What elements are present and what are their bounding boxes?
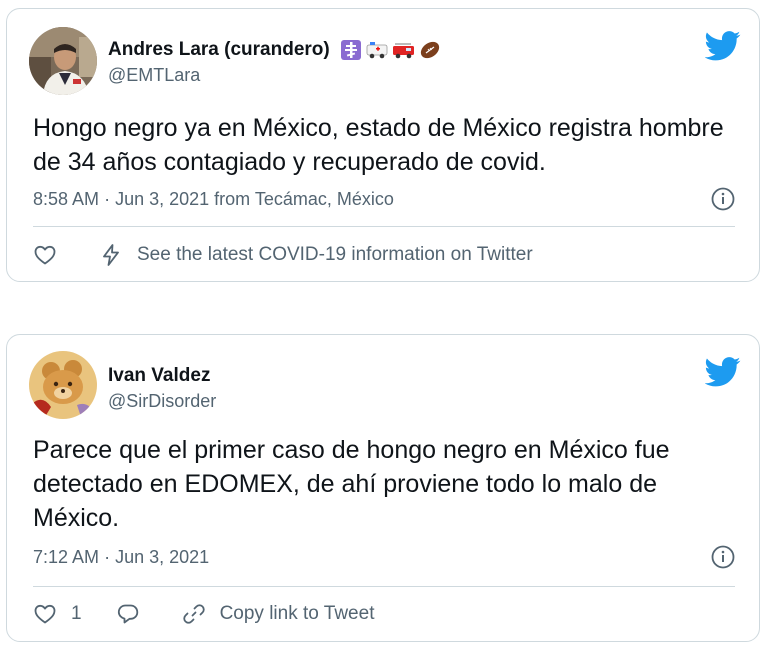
- copy-link-label[interactable]: Copy link to Tweet: [220, 603, 375, 625]
- tweet-time[interactable]: 8:58 AM: [33, 189, 99, 209]
- author-emojis: [340, 40, 442, 60]
- orthodox-cross-icon: [340, 40, 361, 60]
- tweet-card: Andres Lara (curandero) @EMTLara Hongo n…: [6, 8, 760, 282]
- author-handle[interactable]: @SirDisorder: [108, 391, 216, 412]
- info-icon[interactable]: [711, 187, 735, 211]
- like-heart-icon: [34, 604, 56, 624]
- info-icon[interactable]: [711, 545, 735, 569]
- lightning-bolt-icon: [103, 244, 119, 266]
- meta-separator: ·: [104, 547, 111, 567]
- avatar[interactable]: [29, 27, 97, 95]
- tweet-text: Hongo negro ya en México, estado de Méxi…: [33, 114, 724, 176]
- football-icon: [420, 41, 439, 59]
- author-name-text[interactable]: Ivan Valdez: [108, 365, 210, 387]
- divider: [33, 586, 735, 587]
- divider: [33, 226, 735, 227]
- copy-link-button[interactable]: Copy link to Tweet: [182, 602, 375, 626]
- tweet-text: Parece que el primer caso de hongo negro…: [33, 436, 670, 532]
- reply-bubble-icon[interactable]: [116, 602, 140, 626]
- covid-banner-text[interactable]: See the latest COVID-19 information on T…: [137, 244, 533, 266]
- ambulance-icon: [366, 42, 388, 59]
- author-name-text[interactable]: Andres Lara (curandero): [108, 39, 330, 61]
- tweet-actions: 1 Copy link to Tweet: [33, 602, 374, 626]
- tweet-meta: 8:58 AM · Jun 3, 2021 from Tecámac, Méxi…: [33, 189, 394, 210]
- like-heart-icon[interactable]: [33, 243, 57, 267]
- like-count: 1: [71, 603, 82, 624]
- twitter-bird-icon[interactable]: [705, 357, 741, 387]
- avatar[interactable]: [29, 351, 97, 419]
- tweet-meta: 7:12 AM · Jun 3, 2021: [33, 547, 209, 568]
- author-handle[interactable]: @EMTLara: [108, 65, 200, 86]
- like-button[interactable]: 1: [33, 602, 82, 626]
- author-name[interactable]: Andres Lara (curandero): [108, 39, 442, 61]
- covid-banner-link[interactable]: See the latest COVID-19 information on T…: [99, 243, 533, 267]
- author-name[interactable]: Ivan Valdez: [108, 365, 210, 387]
- tweet-card: Ivan Valdez @SirDisorder Parece que el p…: [6, 334, 760, 642]
- tweet-date[interactable]: Jun 3, 2021: [115, 547, 209, 567]
- tweet-time[interactable]: 7:12 AM: [33, 547, 99, 567]
- link-chain-icon: [182, 604, 205, 624]
- twitter-bird-icon[interactable]: [705, 31, 741, 61]
- tweet-location[interactable]: from Tecámac, México: [214, 189, 394, 209]
- fire-engine-icon: [392, 43, 414, 59]
- tweet-date[interactable]: Jun 3, 2021: [115, 189, 209, 209]
- tweet-actions: See the latest COVID-19 information on T…: [33, 243, 533, 267]
- meta-separator: ·: [104, 189, 111, 209]
